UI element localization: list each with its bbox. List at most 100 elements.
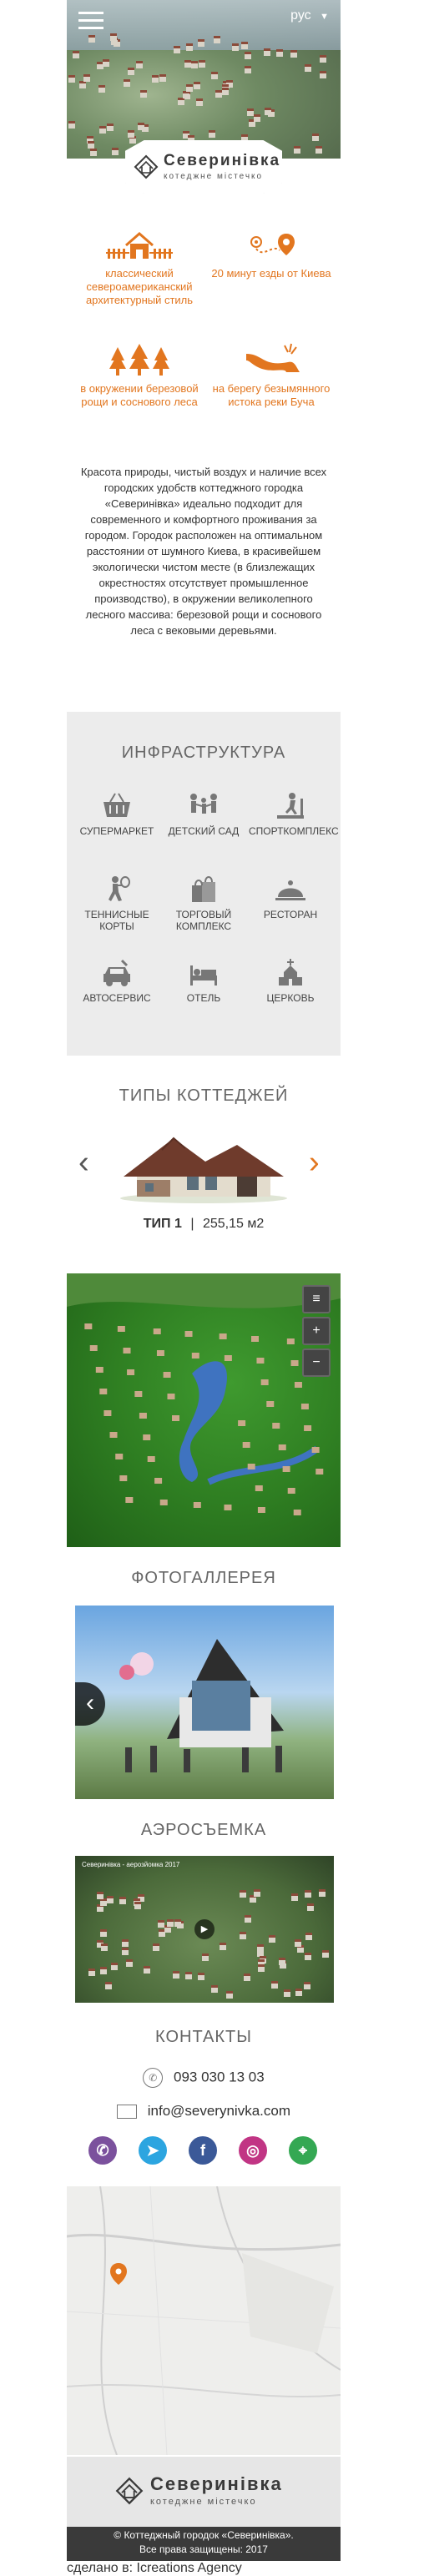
cottage-area: 255,15 м2 [202, 1217, 265, 1231]
plan-lot[interactable] [191, 1353, 199, 1359]
plan-lot[interactable] [300, 1404, 309, 1409]
infra-label-mall: ТОРГОВЫЙ КОМПЛЕКС [175, 909, 232, 932]
plan-lot[interactable] [315, 1469, 324, 1475]
infra-item-supermarket: СУПЕРМАРКЕТ [75, 792, 159, 837]
facebook-icon[interactable]: f [189, 2136, 217, 2165]
plan-lot[interactable] [154, 1478, 163, 1484]
cottage-image[interactable] [112, 1125, 295, 1205]
page: рус ▼ Северинiвка котеджне мiстечко клас… [67, 0, 341, 2575]
plan-lot[interactable] [311, 1447, 320, 1453]
plan-lot[interactable] [224, 1355, 232, 1361]
plan-lot[interactable] [238, 1420, 246, 1426]
google-maps-icon[interactable]: ⌖ [289, 2136, 317, 2165]
infra-label-supermarket: СУПЕРМАРКЕТ [79, 825, 154, 837]
plan-lot[interactable] [219, 1333, 227, 1339]
plan-lot[interactable] [266, 1401, 275, 1407]
footer-logo-title: Северинiвка [150, 2473, 283, 2494]
plan-lot[interactable] [123, 1348, 131, 1354]
contact-phone[interactable]: ✆ 093 030 13 03 [67, 2068, 341, 2088]
plan-lot[interactable] [167, 1394, 175, 1399]
decor-house [305, 64, 311, 72]
plan-lot[interactable] [304, 1425, 312, 1431]
logo[interactable]: Северинiвка котеджне мiстечко [125, 140, 282, 194]
decor-house [294, 146, 300, 154]
plan-lot[interactable] [294, 1382, 302, 1388]
plan-lot[interactable] [156, 1350, 164, 1356]
plan-lot[interactable] [260, 1379, 269, 1385]
plan-lot[interactable] [143, 1434, 151, 1440]
cottage-next-arrow-icon[interactable]: › [309, 1147, 320, 1178]
decor-house [68, 121, 75, 129]
map-zoom-out-icon[interactable]: − [302, 1348, 331, 1377]
plan-lot[interactable] [115, 1454, 124, 1459]
car-service-icon [103, 959, 130, 986]
footer-made-by[interactable]: сделано в: Icreations Agency [67, 2561, 242, 2576]
map-filter-icon[interactable]: ≡ [302, 1285, 331, 1313]
plan-lot[interactable] [282, 1466, 290, 1472]
instagram-icon[interactable]: ◎ [239, 2136, 267, 2165]
plan-lot[interactable] [117, 1326, 125, 1332]
plan-lot[interactable] [242, 1442, 250, 1448]
plan-lot[interactable] [251, 1336, 260, 1342]
decor-house [202, 1953, 209, 1961]
plan-lot[interactable] [172, 1415, 180, 1421]
decor-house [198, 1973, 204, 1980]
plan-lot[interactable] [99, 1389, 108, 1394]
decor-house [174, 46, 180, 53]
plan-lot[interactable] [287, 1488, 295, 1494]
plan-lot[interactable] [147, 1456, 155, 1462]
plan-lot[interactable] [257, 1507, 265, 1513]
plan-lot[interactable] [184, 1331, 193, 1337]
plan-lot[interactable] [224, 1505, 232, 1510]
treadmill-icon [277, 793, 304, 819]
gallery-slider[interactable]: ‹ [75, 1606, 334, 1799]
decor-house [320, 71, 326, 78]
plan-lot[interactable] [293, 1510, 301, 1515]
plan-lot[interactable] [286, 1338, 295, 1344]
plan-lot[interactable] [153, 1328, 161, 1334]
decor-house [100, 1929, 107, 1937]
plan-lot[interactable] [125, 1497, 134, 1503]
decor-house [226, 1991, 233, 1999]
plan-lot[interactable] [193, 1502, 201, 1508]
plan-lot[interactable] [84, 1323, 93, 1329]
master-plan-map[interactable]: ≡ + − [67, 1273, 341, 1547]
plan-lot[interactable] [278, 1444, 286, 1450]
decor-house [126, 1959, 133, 1967]
plan-lot[interactable] [139, 1413, 147, 1419]
plan-lot[interactable] [163, 1372, 171, 1378]
play-icon[interactable]: ▶ [194, 1919, 215, 1939]
decor-house [124, 79, 130, 87]
plan-lot[interactable] [119, 1475, 128, 1481]
decor-house [305, 1933, 312, 1940]
language-selector[interactable]: рус ▼ [290, 8, 329, 23]
plan-lot[interactable] [103, 1410, 112, 1416]
plan-lot[interactable] [290, 1360, 299, 1366]
plan-lot[interactable] [109, 1432, 118, 1438]
telegram-icon[interactable]: ➤ [139, 2136, 167, 2165]
feature-forest-text: в окружении березовой рощи и соснового л… [80, 382, 199, 408]
location-map[interactable] [67, 2186, 341, 2455]
viber-icon[interactable]: ✆ [88, 2136, 117, 2165]
plan-lot[interactable] [247, 1464, 255, 1469]
plan-lot[interactable] [89, 1345, 98, 1351]
cottage-prev-arrow-icon[interactable]: ‹ [78, 1147, 89, 1178]
aerial-video[interactable]: Северинівка - аерозйомка 2017 ▶ [75, 1856, 334, 2003]
contact-email[interactable]: info@severynivka.com [67, 2103, 341, 2120]
plan-lot[interactable] [134, 1391, 143, 1397]
plan-lot[interactable] [272, 1423, 280, 1429]
decor-house [138, 123, 144, 130]
plan-lot[interactable] [95, 1367, 103, 1373]
plan-lot[interactable] [127, 1369, 135, 1375]
plan-lot[interactable] [255, 1485, 263, 1491]
plan-lot[interactable] [256, 1358, 265, 1364]
location-map-drawing [67, 2186, 341, 2455]
decor-house [211, 1985, 218, 1993]
decor-house [97, 1892, 103, 1899]
contacts-title: КОНТАКТЫ [155, 2028, 252, 2046]
map-zoom-in-icon[interactable]: + [302, 1317, 331, 1345]
decor-house [315, 146, 322, 154]
menu-burger-icon[interactable] [78, 12, 103, 30]
phone-icon: ✆ [143, 2068, 164, 2088]
plan-lot[interactable] [159, 1500, 168, 1505]
